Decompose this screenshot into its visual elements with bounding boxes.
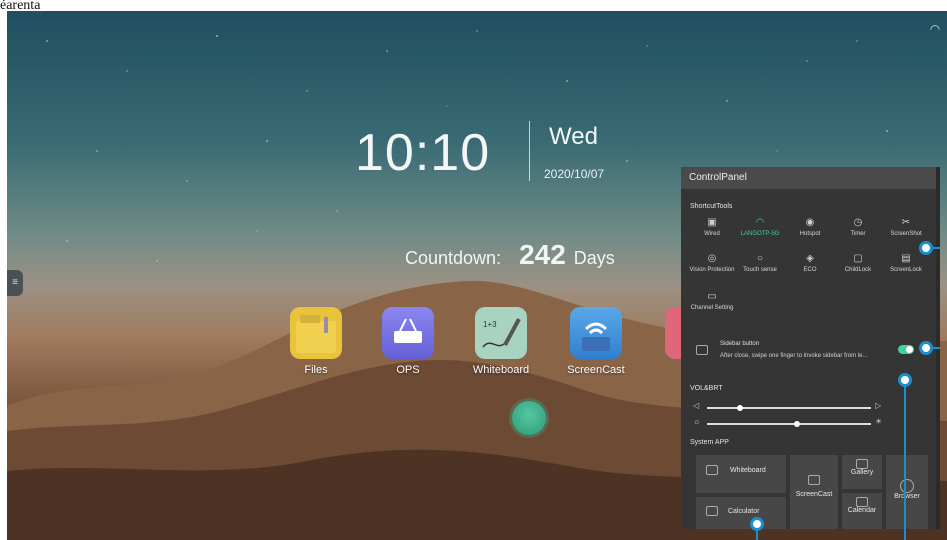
- channel-icon: ▭: [707, 291, 717, 302]
- callout-line: [756, 531, 758, 540]
- vision-icon: ◎: [707, 253, 717, 264]
- sysapp-calendar[interactable]: Calendar: [842, 493, 882, 529]
- countdown-label: Countdown:: [405, 248, 502, 268]
- tool-timer[interactable]: ◷ Timer: [835, 217, 881, 238]
- countdown-unit: Days: [573, 248, 615, 268]
- control-panel-title: ControlPanel: [681, 167, 936, 189]
- sidebar-button-desc: After close, swipe one finger to invoke …: [720, 353, 868, 359]
- sidebar-button-toggle[interactable]: [898, 345, 914, 354]
- countdown-value: 242: [519, 239, 566, 270]
- app-whiteboard[interactable]: 1+3 Whiteboard: [461, 307, 541, 376]
- app-files[interactable]: Files: [276, 307, 356, 376]
- callout-line: [931, 347, 940, 349]
- countdown-widget: Countdown: 242 Days: [405, 239, 615, 271]
- volume-icon: ◁: [693, 401, 700, 410]
- childlock-icon: ▢: [853, 253, 863, 264]
- floating-assist-button[interactable]: [512, 401, 546, 435]
- wifi-status-icon: ◠: [929, 22, 941, 36]
- system-app-title: System APP: [690, 439, 729, 446]
- brightness-high-icon: ☀: [875, 417, 883, 426]
- touch-icon: ○: [756, 253, 764, 264]
- vol-brt-title: VOL&BRT: [690, 385, 723, 392]
- screenlock-icon: ▤: [901, 253, 911, 264]
- callout-marker: [898, 373, 912, 387]
- eco-icon: ◈: [806, 253, 814, 264]
- tool-eco[interactable]: ◈ ECO: [787, 253, 833, 274]
- app-label: ScreenCast: [567, 364, 625, 376]
- volume-max-icon: ▷: [875, 401, 882, 410]
- wifi-icon: ◠: [755, 217, 765, 228]
- volume-knob[interactable]: [736, 405, 743, 411]
- clock-date: 2020/10/07: [544, 167, 605, 181]
- sysapp-gallery[interactable]: Gallery: [842, 455, 882, 489]
- shortcut-tools-title: ShortcutTools: [690, 203, 733, 210]
- tool-screenlock[interactable]: ▤ ScreenLock: [883, 253, 929, 274]
- tool-wifi[interactable]: ◠ LANGOTP-5G: [737, 217, 783, 238]
- callout-line: [931, 247, 940, 249]
- tool-channel-setting[interactable]: ▭ Channel Setting: [689, 291, 735, 312]
- gallery-icon: [856, 459, 868, 469]
- sysapp-browser[interactable]: Browser: [886, 455, 928, 529]
- app-screencast[interactable]: ScreenCast: [556, 307, 636, 376]
- control-panel: ControlPanel ShortcutTools ▣ Wired ◠ LANGO…: [681, 167, 936, 529]
- whiteboard-pen-icon: 1+3: [475, 307, 527, 359]
- app-ops[interactable]: OPS: [368, 307, 448, 376]
- brightness-low-icon: ☼: [693, 417, 701, 426]
- tool-screenshot[interactable]: ✂ ScreenShot: [883, 217, 929, 238]
- sidebar-button-setting: Sidebar button After close, swipe one fi…: [690, 337, 926, 365]
- app-label: Whiteboard: [472, 364, 530, 376]
- tool-touch-sense[interactable]: ○ Touch sense: [737, 253, 783, 274]
- calendar-icon: [856, 497, 868, 507]
- folder-icon: [290, 307, 342, 359]
- browser-icon: [900, 479, 914, 493]
- callout-line: [904, 387, 906, 540]
- sysapp-calculator[interactable]: Calculator: [696, 497, 786, 529]
- app-label: OPS: [396, 364, 420, 376]
- sidebar-icon: [696, 345, 708, 355]
- clock-day: Wed: [549, 123, 598, 150]
- tool-childlock[interactable]: ▢ ChildLock: [835, 253, 881, 274]
- calculator-icon: [706, 506, 718, 516]
- screenshot-icon: ✂: [901, 217, 911, 228]
- sidebar-edge-toggle[interactable]: ≡: [7, 270, 23, 296]
- screencast-icon: [808, 475, 820, 485]
- ops-device-icon: [382, 307, 434, 359]
- whiteboard-icon: [706, 465, 718, 475]
- brightness-slider[interactable]: [707, 421, 871, 427]
- clock-separator: [529, 121, 530, 181]
- tool-vision-protection[interactable]: ◎ Vision Protection: [689, 253, 735, 274]
- timer-icon: ◷: [853, 217, 863, 228]
- tool-wired[interactable]: ▣ Wired: [689, 217, 735, 238]
- sidebar-button-title: Sidebar button: [720, 341, 760, 347]
- sysapp-screencast[interactable]: ScreenCast: [790, 455, 838, 529]
- hotspot-icon: ◉: [805, 217, 815, 228]
- clock-time: 10:10: [355, 124, 491, 182]
- svg-text:1+3: 1+3: [483, 320, 497, 329]
- tool-hotspot[interactable]: ◉ Hotspot: [787, 217, 833, 238]
- callout-marker: [750, 517, 764, 531]
- wired-icon: ▣: [707, 217, 717, 228]
- screencast-icon: [570, 307, 622, 359]
- volume-slider[interactable]: [707, 405, 871, 411]
- sysapp-whiteboard[interactable]: Whiteboard: [696, 455, 786, 493]
- app-label: Files: [304, 364, 328, 376]
- brightness-knob[interactable]: [794, 421, 801, 427]
